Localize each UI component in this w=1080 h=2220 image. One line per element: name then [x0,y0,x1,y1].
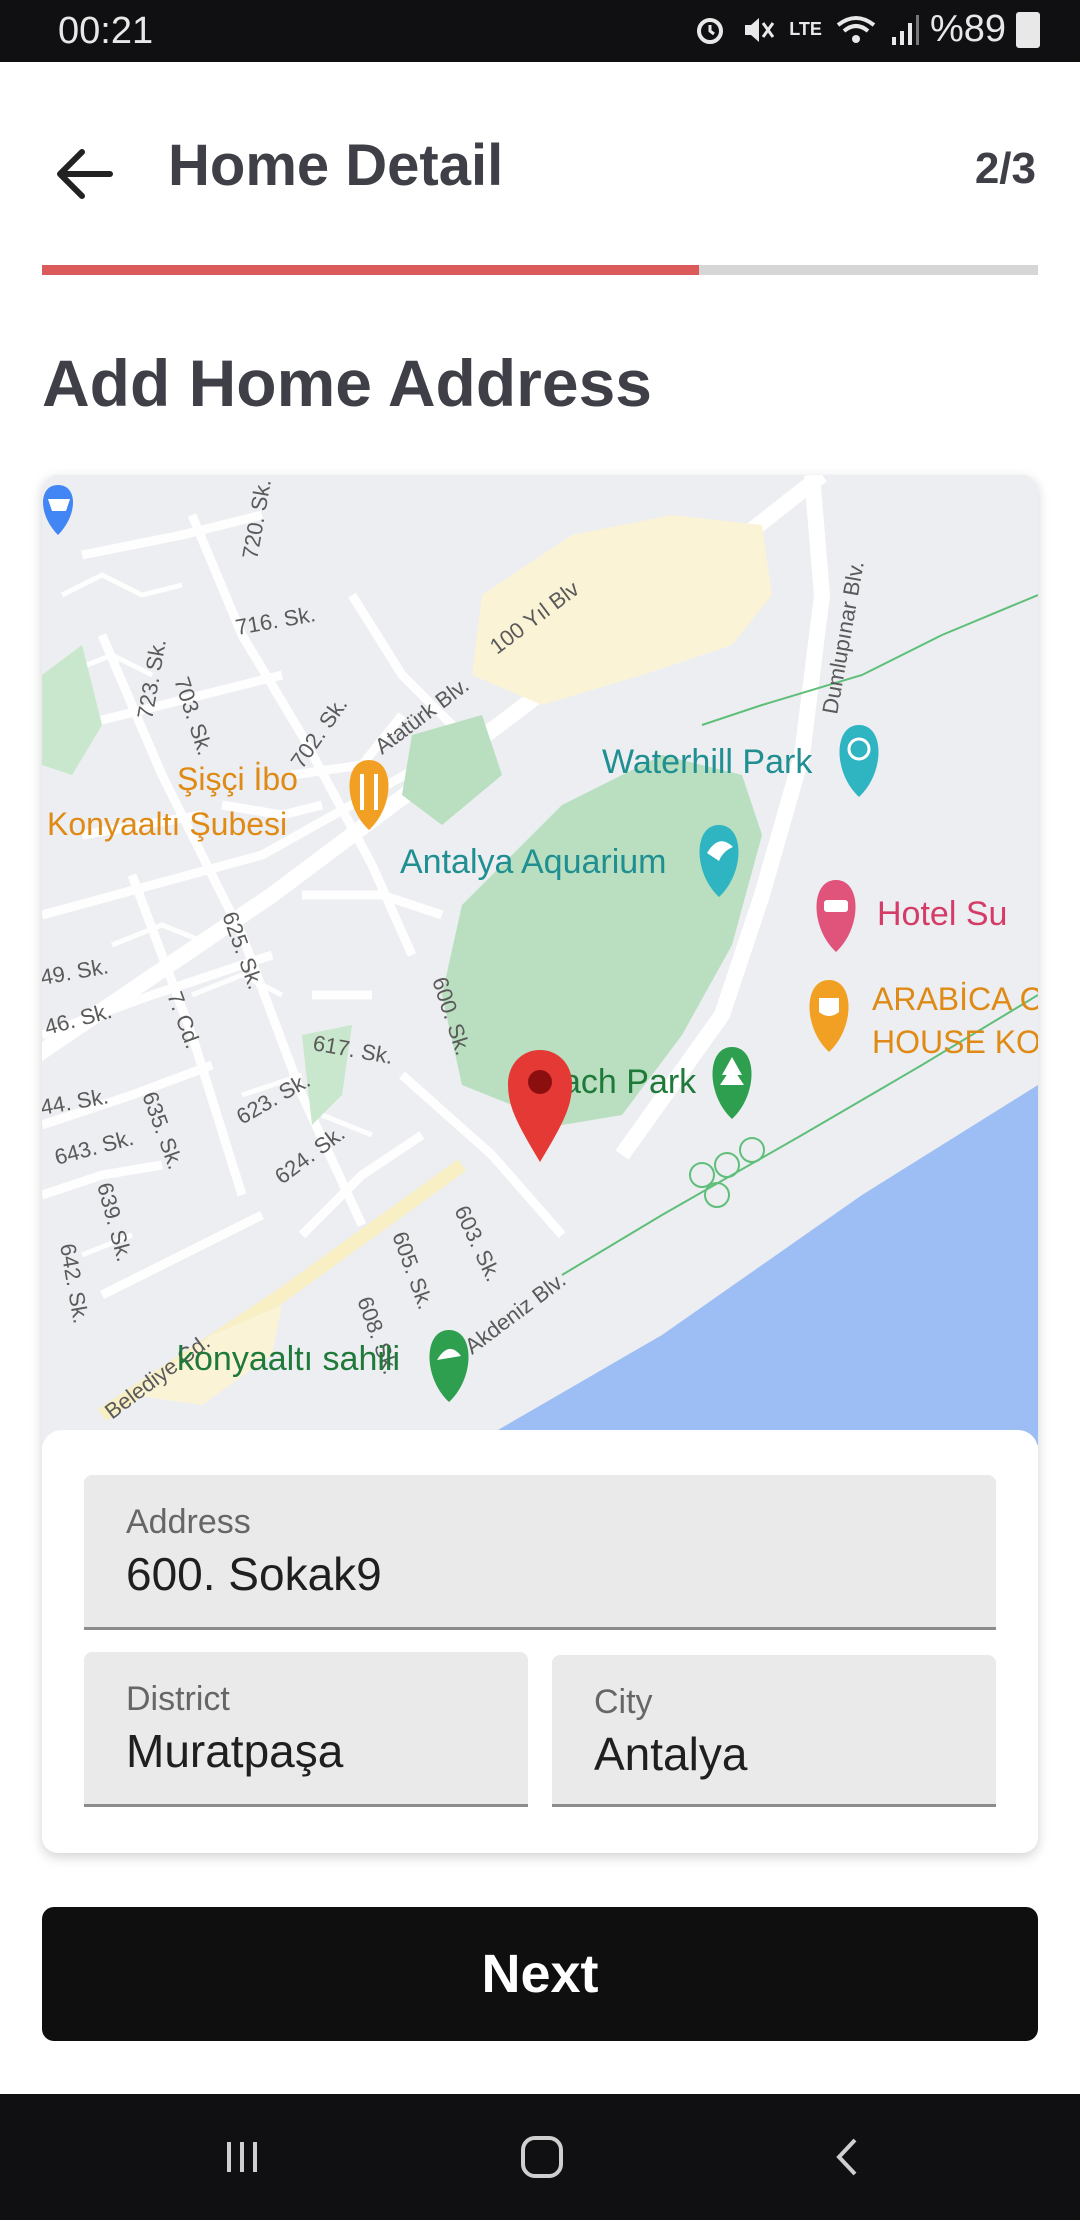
poi-label-konyaalti-sahili: konyaaltı sahili [177,1340,400,1378]
wifi-icon [836,15,876,43]
status-bar: 00:21 LTE %89 [0,0,1080,62]
system-back-button[interactable] [808,2122,888,2192]
poi-label-arabica-1: ARABİCA C [872,981,1038,1017]
poi-label-waterhill-park: Waterhill Park [602,743,813,781]
district-field[interactable]: District Muratpaşa [84,1652,528,1807]
navigation-bar [0,2094,1080,2220]
poi-label-beach-park: ach Park [562,1063,697,1101]
step-indicator: 2/3 [974,144,1036,193]
progress-bar [42,265,1038,275]
battery-percent: %89 [929,8,1006,50]
poi-label-hotel-su: Hotel Su [877,895,1007,933]
status-icons: LTE %89 [693,8,1040,51]
lte-indicator: LTE [789,19,822,39]
status-time: 00:21 [58,10,154,52]
section-title: Add Home Address [42,346,652,420]
city-field[interactable]: City Antalya [552,1655,996,1807]
battery-icon [1016,11,1040,48]
address-value: 600. Sokak9 [126,1548,382,1600]
home-button[interactable] [502,2122,582,2192]
address-form: Address 600. Sokak9 District Muratpaşa C… [42,1430,1038,1853]
poi-label-konyaalti-subesi: Konyaaltı Şubesi [47,806,287,842]
district-value: Muratpaşa [126,1725,344,1777]
address-label: Address [126,1503,251,1541]
arrow-left-icon [57,149,113,199]
address-field[interactable]: Address 600. Sokak9 [84,1475,996,1630]
home-icon [521,2136,563,2178]
recent-apps-icon [227,2142,257,2172]
address-card: Atatürk Blv. 100 Yıl Blv Dumlupınar Blv.… [42,475,1038,1853]
progress-fill [42,265,700,275]
recent-apps-button[interactable] [202,2122,282,2192]
poi-label-antalya-aquarium: Antalya Aquarium [400,843,667,881]
app-header: Home Detail 2/3 [0,62,1080,272]
poi-label-sisci-ibo: Şişçi İbo [177,761,298,797]
chevron-left-icon [836,2138,857,2176]
city-value: Antalya [594,1728,748,1780]
mute-icon [745,17,775,42]
map-view[interactable]: Atatürk Blv. 100 Yıl Blv Dumlupınar Blv.… [42,475,1038,1445]
back-button[interactable] [48,134,128,214]
district-label: District [126,1680,230,1718]
city-label: City [594,1683,653,1721]
page-title: Home Detail [168,133,504,198]
alarm-icon [697,17,724,44]
signal-icon [891,14,919,45]
next-button[interactable]: Next [42,1907,1038,2041]
poi-label-arabica-2: HOUSE KO [872,1024,1038,1060]
